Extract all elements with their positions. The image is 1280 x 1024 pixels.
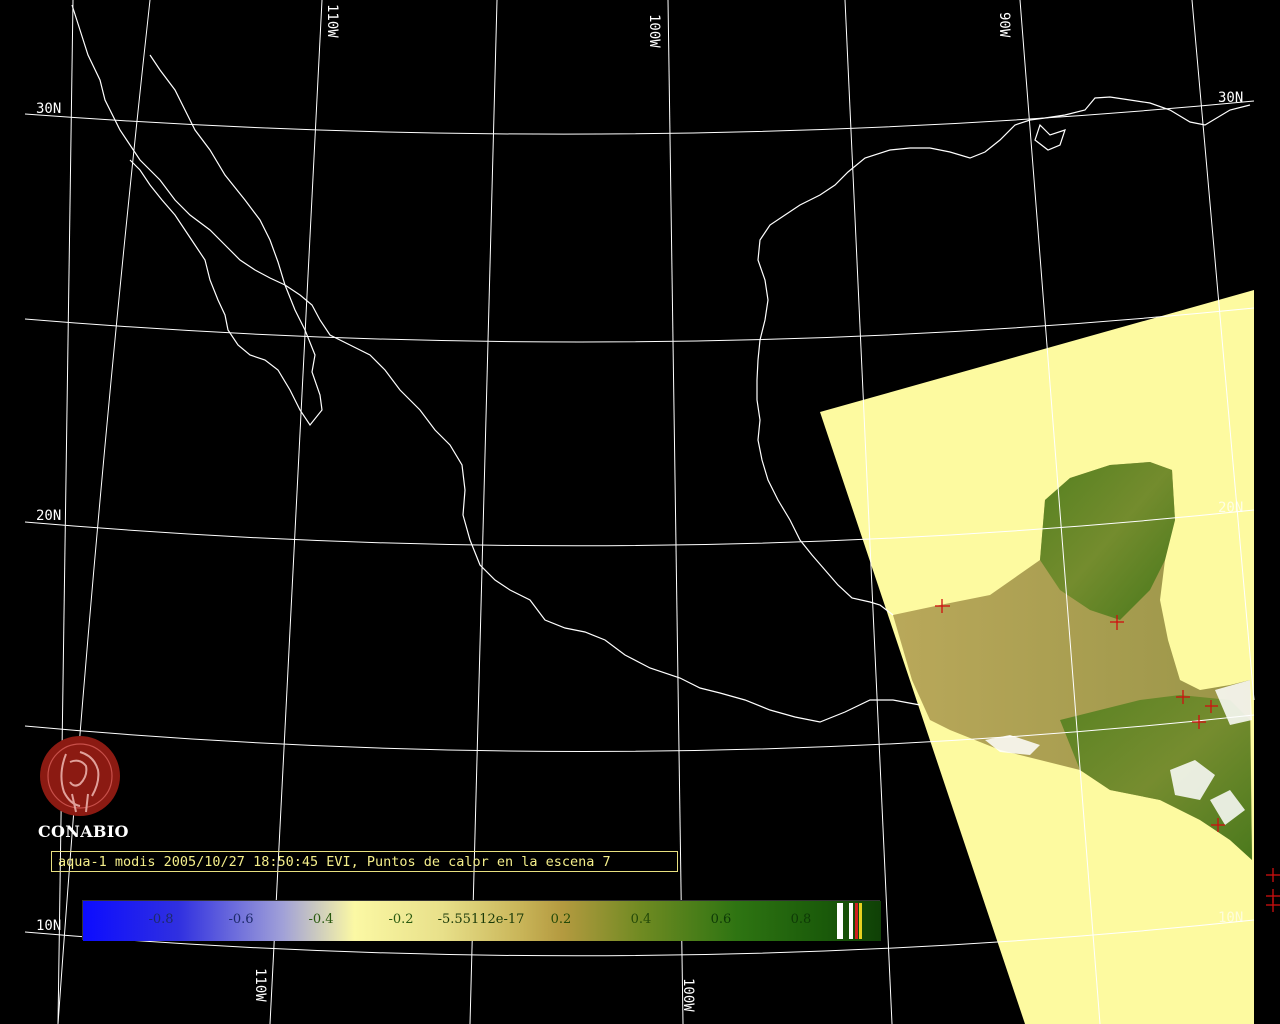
colorbar-tick-label: 0.4 xyxy=(630,912,652,927)
lon-label-110w-top: 110W xyxy=(324,4,340,38)
lat-label-20n: 20N xyxy=(36,508,61,524)
colorbar-tick-label: 0.8 xyxy=(790,912,812,927)
lat-label-30n-right: 30N xyxy=(1218,90,1243,106)
conabio-logo-text: CONABIO xyxy=(38,822,129,841)
lat-label-30n: 30N xyxy=(36,101,61,117)
evi-colorbar: -0.8 -0.6 -0.4 -0.2 -5.55112e-17 0.2 0.4 0.6 0.8 xyxy=(82,900,881,941)
right-black-strip xyxy=(1254,0,1280,1024)
lat-label-20n-right: 20N xyxy=(1218,500,1243,516)
colorbar-tick-label: 0.6 xyxy=(710,912,732,927)
colorbar-tick-label: -0.4 xyxy=(308,912,334,927)
lat-label-10n-right: 10N xyxy=(1218,910,1243,926)
colorbar-tick-label: -5.55112e-17 xyxy=(437,912,525,927)
colorbar-tick-label: -0.2 xyxy=(388,912,414,927)
colorbar-tick-label: 0.2 xyxy=(550,912,572,927)
scene-caption: aqua-1 modis 2005/10/27 18:50:45 EVI, Pu… xyxy=(51,851,678,872)
lat-label-10n: 10N xyxy=(36,918,61,934)
lon-label-100w-bottom: 100W xyxy=(680,978,696,1012)
lon-label-90w-top: 90W xyxy=(996,12,1012,38)
colorbar-tick-label: -0.8 xyxy=(148,912,174,927)
lon-label-100w-top: 100W xyxy=(646,14,662,48)
colorbar-tick-label: -0.6 xyxy=(228,912,254,927)
lon-label-110w-bottom: 110W xyxy=(252,968,268,1002)
map-viewer: 30N 30N 20N 20N 10N 10N 110W 100W 90W 11… xyxy=(0,0,1280,1024)
